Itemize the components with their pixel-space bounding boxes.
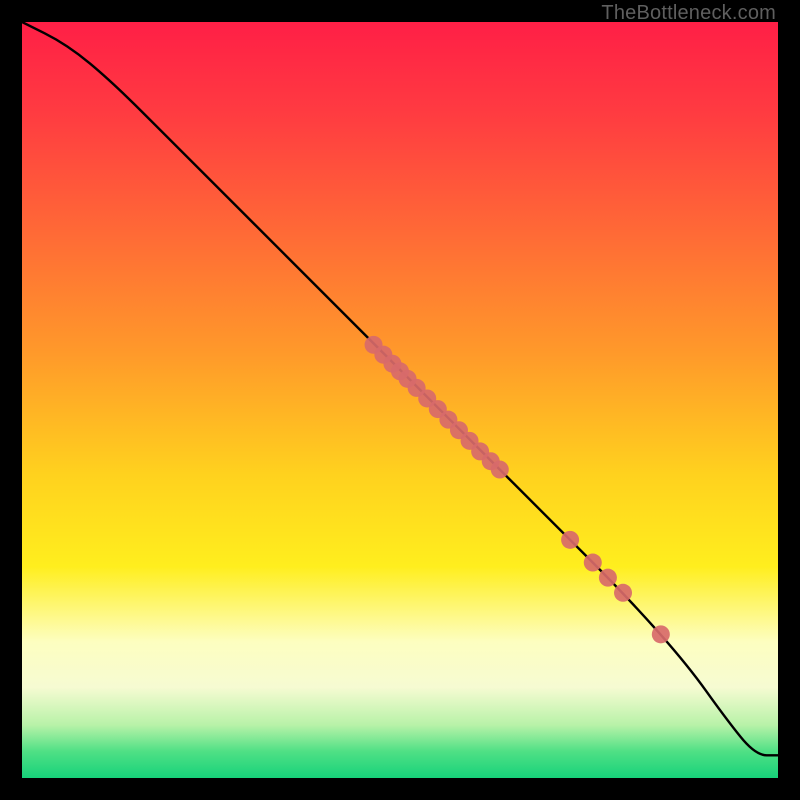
plot-area: [22, 22, 778, 778]
line-series: [22, 22, 778, 755]
marker-point: [599, 569, 617, 587]
marker-point: [584, 554, 602, 572]
marker-point: [614, 584, 632, 602]
marker-point: [491, 461, 509, 479]
marker-point: [652, 625, 670, 643]
chart-frame: TheBottleneck.com: [0, 0, 800, 800]
marker-point: [561, 531, 579, 549]
chart-svg: [22, 22, 778, 778]
watermark-label: TheBottleneck.com: [601, 2, 776, 25]
marker-group: [365, 336, 670, 644]
